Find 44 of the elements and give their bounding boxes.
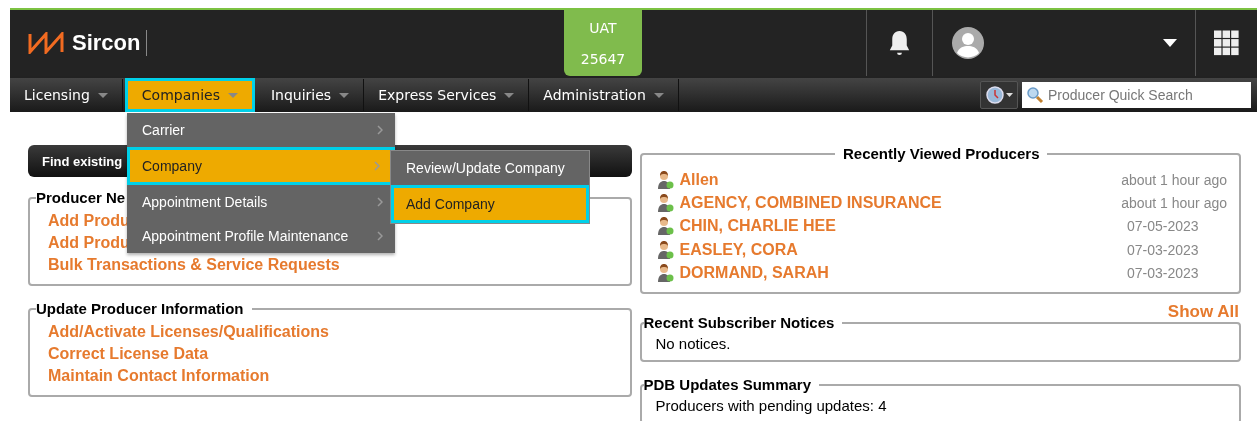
history-button[interactable] [980,81,1018,109]
person-icon [655,169,674,190]
avatar-icon[interactable] [951,26,985,60]
notices-text: No notices. [655,335,732,353]
viewed-time: 07-03-2023 [1127,264,1200,281]
clock-icon [985,86,1004,104]
nav-tab[interactable]: Companies [124,78,255,112]
caret-icon [653,92,664,98]
section-title: Update Producer Information [36,300,245,317]
person-icon [655,262,674,283]
section-title: Recent Subscriber Notices [643,314,836,332]
caret-icon [1005,93,1013,97]
viewed-time: about 1 hour ago [1121,171,1227,188]
menu-item[interactable]: Company [127,147,395,185]
nav-tab[interactable]: Inquiries [256,79,365,111]
nav-tab[interactable]: Licensing [10,79,123,111]
chevron-icon [377,231,383,241]
chevron-icon [374,161,380,171]
viewed-time: 07-05-2023 [1127,218,1200,235]
chevron-icon [377,197,383,207]
nav-tab[interactable]: Administration [529,79,679,111]
caret-icon [339,92,350,98]
logo-icon [28,32,64,54]
menu-item[interactable]: Add Company [391,185,589,223]
caret-icon [97,92,108,98]
person-icon [655,239,674,260]
pdb-text: Producers with pending updates: 4 [655,397,888,415]
search-field[interactable]: Producer Quick Search [1022,82,1251,108]
dropdown-caret-icon[interactable] [1163,39,1177,47]
environment-badge: UAT 25647 [564,10,642,76]
search-icon [1026,86,1044,104]
person-icon [655,192,674,213]
caret-icon [227,92,238,98]
viewed-time: about 1 hour ago [1121,194,1227,211]
person-icon [655,216,674,237]
nav-tab[interactable]: Express Services [364,79,530,111]
logo-text: Sircon [72,30,148,56]
section-title: PDB Updates Summary [643,376,813,394]
section-title: Recently Viewed Producers [842,145,1041,162]
chevron-icon [377,125,383,135]
caret-icon [504,92,515,98]
viewed-time: 07-03-2023 [1127,241,1200,258]
section-title: Producer Ne [36,189,127,206]
menu-item[interactable]: Carrier [127,113,395,147]
